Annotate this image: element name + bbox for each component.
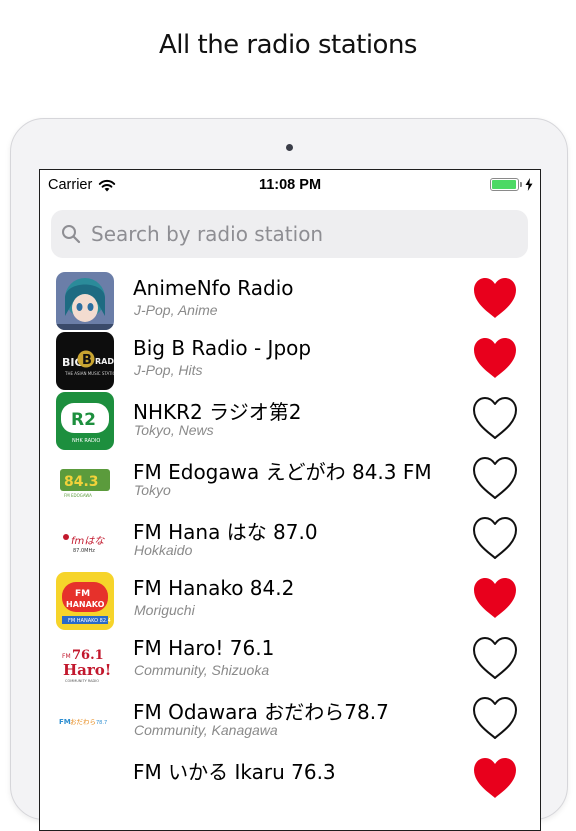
svg-text:FM HANAKO 82.4: FM HANAKO 82.4 (68, 618, 111, 624)
tablet-frame: Carrier 11:08 PM Search by radio station… (10, 118, 568, 831)
station-logo: 84.3 FM EDOGAWA (56, 452, 114, 510)
station-genre: Tokyo (134, 482, 171, 498)
station-row[interactable]: AnimeNfo Radio J-Pop, Anime (40, 268, 540, 330)
station-name: FM Odawara おだわら78.7 (133, 700, 389, 724)
station-name: FM Edogawa えどがわ 84.3 FM (133, 460, 432, 484)
station-logo: FM HANAKO FM HANAKO 82.4 (56, 572, 114, 630)
station-name: FM いかる Ikaru 76.3 (133, 760, 336, 784)
heart-outline-icon[interactable] (470, 515, 520, 561)
battery-level-fill (492, 180, 516, 189)
svg-text:87.0MHz: 87.0MHz (73, 548, 95, 554)
svg-text:FM EDOGAWA: FM EDOGAWA (64, 493, 92, 498)
station-genre: Hokkaido (134, 542, 193, 558)
heart-outline-icon[interactable] (470, 395, 520, 441)
status-time: 11:08 PM (258, 177, 322, 193)
heart-filled-icon[interactable] (470, 575, 520, 621)
search-input[interactable] (89, 221, 513, 247)
svg-text:COMMUNITY RADIO: COMMUNITY RADIO (65, 679, 99, 683)
svg-text:FM: FM (59, 718, 71, 726)
heart-outline-icon[interactable] (470, 695, 520, 741)
station-row[interactable]: FM 76.1 Haro! COMMUNITY RADIO FM Haro! 76.1 C… (40, 628, 540, 690)
camera-dot (286, 144, 293, 151)
station-logo: fmはな 87.0MHz (56, 512, 114, 570)
svg-text:HANAKO: HANAKO (66, 600, 105, 609)
station-name: FM Hanako 84.2 (133, 576, 295, 600)
station-row[interactable]: FM HANAKO FM HANAKO 82.4 FM Hanako 84.2 Mori… (40, 568, 540, 630)
search-bar[interactable] (51, 210, 528, 258)
svg-text:THE ASIAN MUSIC STATION: THE ASIAN MUSIC STATION (64, 371, 114, 376)
station-logo: BIGBRADIOTHE ASIAN MUSIC STATION (56, 332, 114, 390)
charging-bolt-icon (525, 178, 533, 191)
svg-text:78.7: 78.7 (96, 720, 107, 726)
station-row[interactable]: R2 NHK RADIO NHKR2 ラジオ第2 Tokyo, News (40, 388, 540, 450)
svg-text:84.3: 84.3 (64, 474, 99, 490)
battery-indicator (490, 178, 533, 191)
heart-outline-icon[interactable] (470, 635, 520, 681)
station-logo: FM おだわら 78.7 (56, 692, 114, 750)
station-genre: Moriguchi (134, 602, 195, 618)
battery-icon (490, 178, 519, 191)
station-name: FM Hana はな 87.0 (133, 520, 318, 544)
station-genre: Community, Shizuoka (134, 662, 270, 678)
svg-text:おだわら: おだわら (70, 718, 96, 726)
station-logo (56, 752, 114, 810)
station-genre: J-Pop, Anime (134, 302, 218, 318)
station-row[interactable]: FM いかる Ikaru 76.3 (40, 748, 540, 810)
search-icon (62, 225, 81, 244)
station-logo: R2 NHK RADIO (56, 392, 114, 450)
station-row[interactable]: 84.3 FM EDOGAWA FM Edogawa えどがわ 84.3 FM Tok… (40, 448, 540, 510)
svg-text:Haro!: Haro! (63, 661, 111, 679)
heart-outline-icon[interactable] (470, 455, 520, 501)
station-genre: Community, Kanagawa (134, 722, 278, 738)
svg-text:FM: FM (75, 589, 90, 599)
station-name: AnimeNfo Radio (133, 276, 294, 300)
station-genre: Tokyo, News (134, 422, 214, 438)
station-row[interactable]: FM おだわら 78.7 FM Odawara おだわら78.7 Community, … (40, 688, 540, 750)
svg-text:R2: R2 (71, 410, 96, 430)
svg-text:NHK RADIO: NHK RADIO (72, 438, 100, 444)
svg-text:RADIO: RADIO (95, 357, 114, 366)
page-headline: All the radio stations (159, 30, 417, 60)
heart-filled-icon[interactable] (470, 335, 520, 381)
svg-text:FM: FM (62, 653, 71, 660)
station-name: Big B Radio - Jpop (133, 336, 312, 360)
station-name: FM Haro! 76.1 (133, 636, 275, 660)
svg-text:fmはな: fmはな (71, 535, 105, 547)
heart-filled-icon[interactable] (470, 755, 520, 801)
app-screen: Carrier 11:08 PM Search by radio station… (39, 169, 541, 831)
station-genre: J-Pop, Hits (134, 362, 203, 378)
svg-text:B: B (82, 353, 92, 368)
station-row[interactable]: fmはな 87.0MHz FM Hana はな 87.0 Hokkaido (40, 508, 540, 570)
status-bar: Carrier 11:08 PM (40, 170, 540, 198)
heart-filled-icon[interactable] (470, 275, 520, 321)
station-name: NHKR2 ラジオ第2 (133, 400, 302, 424)
station-row[interactable]: BIGBRADIOTHE ASIAN MUSIC STATIONBig B Ra… (40, 328, 540, 390)
station-logo (56, 272, 114, 330)
station-logo: FM 76.1 Haro! COMMUNITY RADIO (56, 632, 114, 690)
station-list: AnimeNfo RadioJ-Pop, AnimeBIGBRADIOTHE A… (40, 268, 540, 810)
